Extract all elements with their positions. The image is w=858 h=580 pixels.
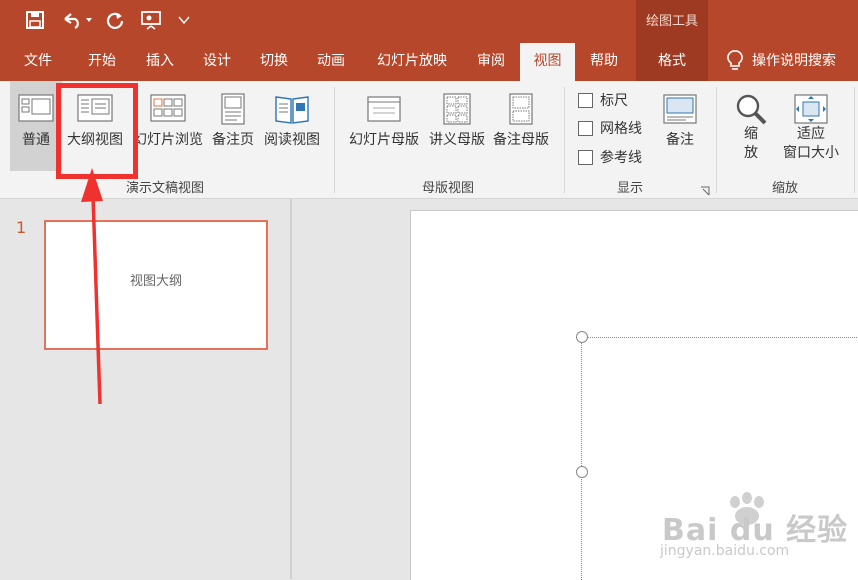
watermark-url: jingyan.baidu.com [660,543,790,559]
